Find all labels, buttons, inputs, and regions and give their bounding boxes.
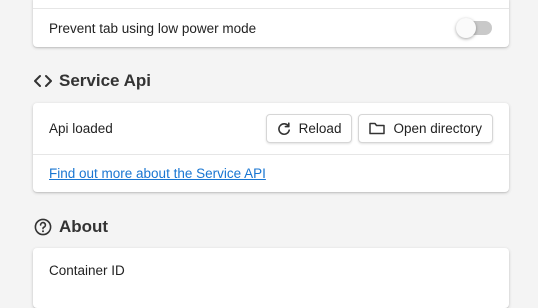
reload-label: Reload: [298, 121, 342, 136]
service-api-title: Service Api: [59, 71, 151, 90]
container-id-row: Container ID: [33, 248, 509, 292]
api-status-row: Api loaded Reload Open directory: [33, 103, 509, 154]
about-heading: About: [34, 217, 108, 237]
code-icon: [34, 74, 52, 88]
service-api-card: Api loaded Reload Open directory Find ou…: [33, 103, 509, 192]
reload-icon: [277, 121, 291, 136]
api-link-row: Find out more about the Service API: [33, 155, 509, 192]
about-card: Container ID: [33, 248, 509, 308]
container-id-label: Container ID: [49, 262, 125, 278]
prevent-tab-toggle[interactable]: [456, 18, 492, 38]
about-title: About: [59, 217, 109, 236]
settings-card-performance: Prevent tab using low power mode: [33, 0, 509, 47]
toggle-knob: [456, 18, 476, 38]
help-circle-icon: [34, 218, 52, 236]
open-directory-label: Open directory: [393, 121, 482, 136]
prevent-tab-label: Prevent tab using low power mode: [49, 20, 257, 36]
service-api-heading: Service Api: [34, 71, 151, 91]
service-api-docs-link[interactable]: Find out more about the Service API: [49, 166, 266, 181]
api-status-text: Api loaded: [49, 121, 113, 136]
reload-button[interactable]: Reload: [265, 114, 353, 143]
open-directory-button[interactable]: Open directory: [358, 114, 493, 143]
folder-icon: [369, 122, 386, 135]
prevent-tab-row: Prevent tab using low power mode: [33, 9, 509, 47]
